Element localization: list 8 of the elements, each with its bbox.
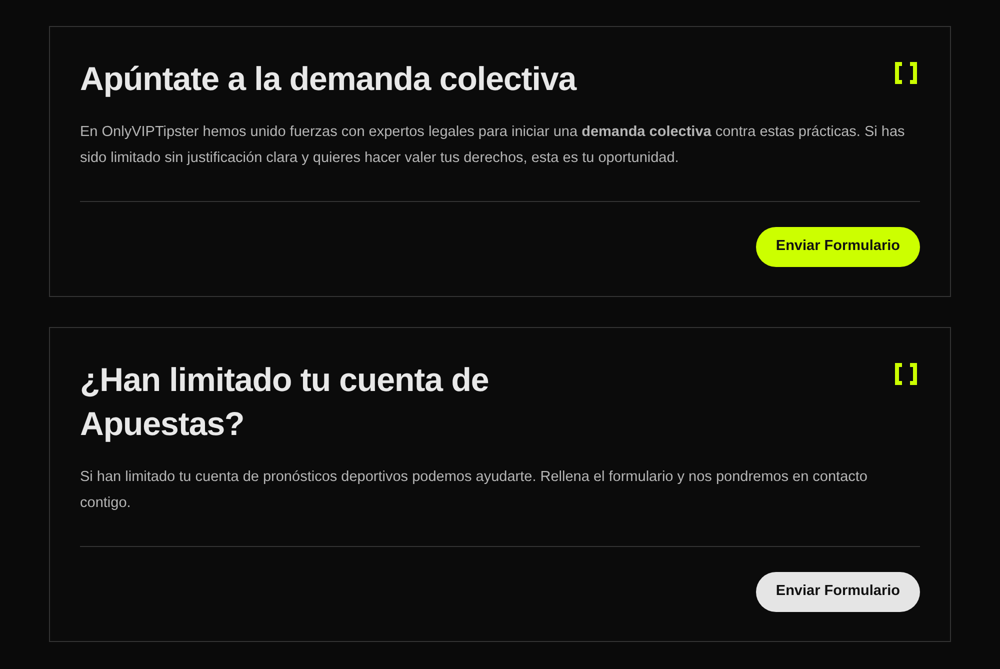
card-title: Apúntate a la demanda colectiva (80, 59, 576, 99)
submit-form-button[interactable]: Enviar Formulario (756, 227, 920, 267)
submit-form-button[interactable]: Enviar Formulario (756, 572, 920, 612)
brackets-icon (893, 60, 919, 86)
brackets-icon (893, 361, 919, 387)
card-description: En OnlyVIPTipster hemos unido fuerzas con expertos legales para iniciar una demanda colectiva contra estas prácticas. Si has sido limitado sin justificación clara y quieres hacer valer tus derechos, esta es tu oportunidad. (80, 123, 906, 168)
card-description: Si han limitado tu cuenta de pronósticos deportivos podemos ayudarte. Rellena el formulario y nos pondremos en contacto contigo. (80, 468, 868, 513)
card-title: ¿Han limitado tu cuenta de Apuestas? (80, 360, 490, 444)
